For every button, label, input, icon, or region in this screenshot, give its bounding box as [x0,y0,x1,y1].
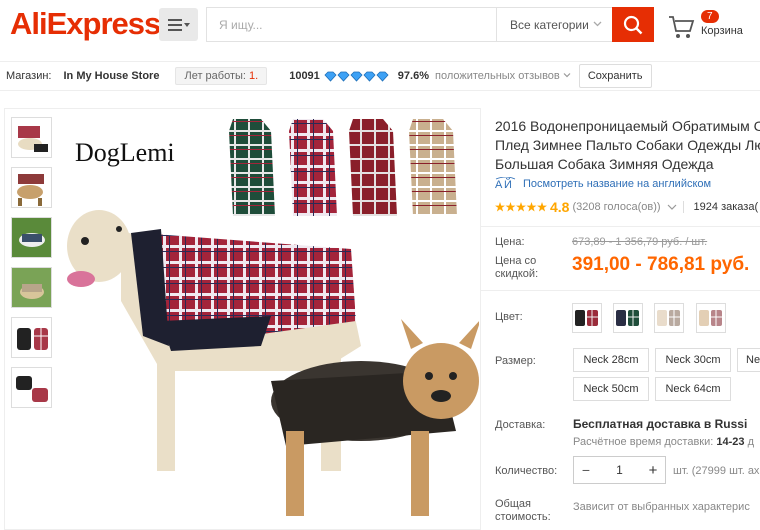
old-price: 673,89 - 1 356,79 руб. / шт. [572,236,708,248]
star-rating-icon [495,201,547,211]
product-title-line: 2016 Водонепроницаемый Обратимым С [495,118,760,134]
size-option-neck-28[interactable]: Neck 28cm [573,348,649,372]
diamond-icon [350,71,363,82]
category-select-label: Все категории [510,17,589,32]
cart-count-badge: 7 [701,10,719,23]
cart-label: Корзина [701,25,743,37]
quantity-available: шт. (27999 шт. ах [673,465,760,477]
chevron-down-icon [593,21,602,27]
size-option-cut-off[interactable]: Ne [737,348,760,372]
header: AliExpress® Все категории 7 Корзина [0,0,760,56]
product-title-line: Плед Зимнее Пальто Собаки Одежды Лю [495,137,760,153]
store-rank-diamonds [324,71,389,82]
diamond-icon [363,71,376,82]
quantity-label: Количество: [495,465,558,477]
store-name-link[interactable]: In My House Store [64,70,160,82]
shipping-days-unit: д [747,436,754,448]
quantity-increment-button[interactable]: + [641,457,665,483]
translate-title-link[interactable]: AЙ Посмотреть название на английском [495,177,711,191]
shipping-estimate-label: Расчётное время доставки: [573,436,714,448]
color-swatch-red-black[interactable] [572,303,602,333]
discount-price: 391,00 - 786,81 руб. [572,254,750,275]
save-store-button[interactable]: Сохранить [578,64,652,88]
size-option-neck-64[interactable]: Neck 64cm [655,377,731,401]
main-product-image[interactable]: DogLemi [61,111,479,529]
diamond-icon [337,71,350,82]
thumbnail-list [11,117,55,417]
search-icon [623,15,643,34]
search-bar: Все категории [206,7,654,42]
thumbnail-5[interactable] [11,317,52,358]
thumbnail-2[interactable] [11,167,52,208]
price-label: Цена: [495,236,525,248]
orders-count: 1924 заказа( [682,201,758,213]
chevron-down-icon[interactable] [667,203,677,211]
quantity-decrement-button[interactable]: − [574,457,598,483]
store-score: 10091 [289,70,320,82]
thumbnail-1[interactable] [11,117,52,158]
store-bar: Магазин: In My House Store Лет работы: 1… [0,61,760,91]
cart-icon [669,16,695,38]
size-option-neck-50[interactable]: Neck 50cm [573,377,649,401]
translate-icon: AЙ [495,177,516,191]
brand-logo-text: DogLemi [75,138,175,167]
svg-text:Й: Й [504,178,512,191]
feedback-label: положительных отзывов [435,70,560,82]
store-years-badge: Лет работы: 1. [175,67,268,85]
total-note: Зависит от выбранных характерис [573,501,750,513]
menu-icon [167,18,190,31]
diamond-icon [376,71,389,82]
thumbnail-6[interactable] [11,367,52,408]
translate-label: Посмотреть название на английском [523,178,712,190]
product-options: Цвет: Размер: Neck 28cm Neck 30cm Ne Nec… [480,290,760,523]
price-box: Цена: 673,89 - 1 356,79 руб. / шт. Цена … [480,226,760,290]
shipping-estimate: Расчётное время доставки: 14-23 д [573,436,754,448]
svg-text:A: A [495,179,503,191]
color-swatch-green-black[interactable] [613,303,643,333]
category-menu-button[interactable] [159,8,198,41]
color-swatch-beige-grey[interactable] [654,303,684,333]
search-button[interactable] [612,7,654,42]
shipping-value[interactable]: Бесплатная доставка в Russi [573,417,747,431]
quantity-input[interactable]: 1 [598,457,641,483]
feedback-percent: 97.6% [397,70,429,82]
chevron-down-icon [563,73,571,78]
discount-price-label: Цена со скидкой: [495,255,539,280]
aliexpress-logo[interactable]: AliExpress® [10,6,166,42]
product-title: 2016 Водонепроницаемый Обратимым С Плед … [495,117,760,174]
size-label: Размер: [495,355,536,367]
rating-value: 4.8 [550,199,570,215]
total-label: Общая стоимость: [495,498,551,523]
shipping-label: Доставка: [495,419,546,431]
shipping-days: 14-23 [716,436,745,448]
color-swatch-beige-red[interactable] [696,303,726,333]
rating-votes-link[interactable]: (3208 голоса(ов)) [572,201,660,213]
store-label: Магазин: [6,70,52,82]
product-title-line: Большая Собака Зимняя Одежда [495,156,714,172]
feedback-dropdown[interactable]: положительных отзывов [435,70,571,82]
color-label: Цвет: [495,311,523,323]
quantity-stepper: − 1 + [573,456,666,484]
store-years-label: Лет работы: [184,70,246,82]
category-select[interactable]: Все категории [496,8,612,41]
rating-row: 4.8 (3208 голоса(ов)) 1924 заказа( [495,199,758,215]
thumbnail-4[interactable] [11,267,52,308]
diamond-icon [324,71,337,82]
thumbnail-3[interactable] [11,217,52,258]
product-info: 2016 Водонепроницаемый Обратимым С Плед … [480,108,760,530]
size-option-neck-30[interactable]: Neck 30cm [655,348,731,372]
search-input[interactable] [207,8,495,41]
cart-button[interactable]: 7 Корзина [668,10,758,44]
product-gallery: DogLemi [4,108,481,530]
